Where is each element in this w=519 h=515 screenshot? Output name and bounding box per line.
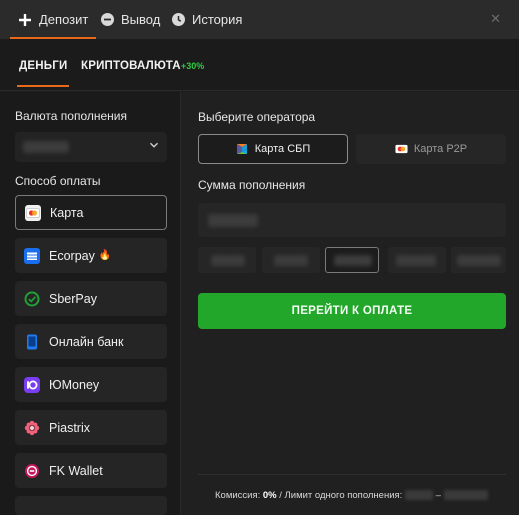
method-online-bank-label: Онлайн банк: [49, 334, 124, 349]
currency-value-blurred: [23, 141, 69, 153]
method-yoomoney[interactable]: ЮMoney: [15, 367, 167, 402]
tab-withdraw[interactable]: Вывод: [101, 0, 160, 39]
yoomoney-icon: [24, 376, 40, 393]
limit-separator: –: [435, 490, 441, 501]
amount-label: Сумма пополнения: [198, 178, 306, 192]
limit-min-blurred: [404, 490, 433, 501]
sbp-icon: [236, 144, 249, 155]
fire-icon: 🔥: [98, 250, 112, 261]
amount-input[interactable]: [198, 203, 506, 237]
mastercard-icon: [395, 144, 408, 155]
method-ecorpay[interactable]: Ecorpay 🔥: [15, 238, 167, 273]
amount-preset-chip[interactable]: [198, 247, 256, 273]
payment-method-label: Способ оплаты: [15, 174, 101, 188]
tab-crypto[interactable]: КРИПТОВАЛЮТА: [81, 60, 181, 72]
method-card[interactable]: Карта: [15, 195, 167, 230]
currency-label: Валюта пополнения: [15, 109, 127, 123]
footer-divider: [198, 474, 506, 475]
tab-money[interactable]: ДЕНЬГИ: [16, 60, 70, 87]
operator-sbp-card[interactable]: Карта СБП: [198, 134, 348, 164]
amount-preset-chip[interactable]: [388, 247, 446, 273]
pay-button[interactable]: ПЕРЕЙТИ К ОПЛАТЕ: [198, 293, 506, 329]
tab-history-label: История: [192, 12, 243, 27]
operator-p2p-card[interactable]: Карта P2P: [356, 134, 506, 164]
method-more[interactable]: [15, 496, 167, 515]
method-card-label: Карта: [50, 205, 84, 220]
close-icon[interactable]: ✕: [490, 11, 501, 27]
method-fk-wallet[interactable]: FK Wallet: [15, 453, 167, 488]
method-sberpay[interactable]: SberPay: [15, 281, 167, 316]
method-piastrix-label: Piastrix: [49, 420, 90, 435]
piastrix-icon: [24, 420, 40, 436]
bank-card-icon: [25, 204, 41, 221]
method-sberpay-label: SberPay: [49, 291, 97, 306]
tab-history[interactable]: История: [172, 0, 242, 39]
chevron-down-icon: [149, 140, 159, 153]
amount-value-blurred: [208, 214, 258, 227]
commission-value: 0%: [262, 490, 277, 501]
amount-preset-chip[interactable]: [451, 247, 506, 273]
clock-icon: [172, 13, 185, 26]
ecorpay-icon: [24, 247, 40, 264]
minus-circle-icon: [101, 13, 114, 26]
tab-withdraw-label: Вывод: [121, 12, 161, 27]
operator-label: Выберите оператора: [198, 110, 316, 124]
commission-info: Комиссия: 0% / Лимит одного пополнения: …: [215, 490, 488, 501]
sberpay-icon: [24, 291, 40, 307]
phone-icon: [24, 334, 40, 350]
fk-wallet-icon: [24, 463, 40, 479]
amount-preset-chip[interactable]: [262, 247, 320, 273]
bonus-badge: +30%: [181, 61, 205, 71]
top-bar: Депозит Вывод История ✕: [0, 0, 519, 39]
plus-icon: [18, 13, 32, 27]
method-ecorpay-label: Ecorpay: [49, 248, 95, 263]
limit-label: / Лимит одного пополнения:: [279, 490, 403, 501]
operator-sbp-label: Карта СБП: [254, 143, 311, 155]
method-online-bank[interactable]: Онлайн банк: [15, 324, 167, 359]
method-yoomoney-label: ЮMoney: [49, 377, 100, 392]
method-fk-wallet-label: FK Wallet: [49, 463, 103, 478]
limit-max-blurred: [443, 490, 488, 501]
sub-tabs: ДЕНЬГИ КРИПТОВАЛЮТА +30%: [0, 39, 519, 91]
amount-preset-chip[interactable]: [325, 247, 379, 273]
operator-p2p-label: Карта P2P: [413, 143, 468, 155]
tab-deposit[interactable]: Депозит: [9, 0, 97, 39]
tab-deposit-label: Депозит: [39, 12, 89, 27]
currency-select[interactable]: [15, 132, 167, 162]
commission-label: Комиссия:: [215, 490, 261, 501]
method-piastrix[interactable]: Piastrix: [15, 410, 167, 445]
